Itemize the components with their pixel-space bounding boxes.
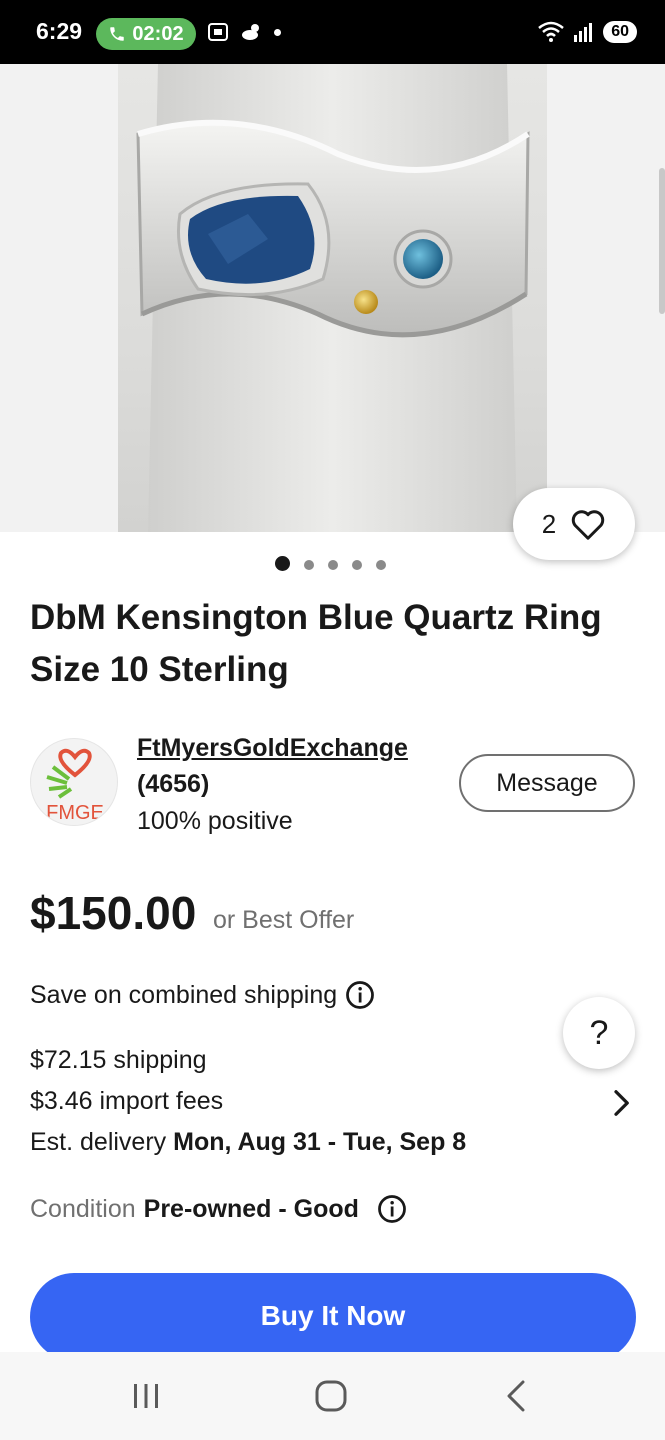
pagination-dot-active[interactable] — [275, 556, 290, 571]
info-icon[interactable] — [345, 980, 375, 1010]
wifi-icon — [538, 21, 565, 42]
status-bar: 6:29 02:02 60 — [0, 0, 665, 64]
condition-value: Pre-owned - Good — [143, 1194, 359, 1223]
image-gallery[interactable] — [0, 64, 665, 532]
seller-feedback-score: (4656) — [137, 770, 210, 798]
ring-illustration — [136, 64, 530, 532]
delivery-dates: Mon, Aug 31 - Tue, Sep 8 — [173, 1128, 467, 1156]
gallery-scroll-indicator — [659, 168, 665, 314]
shipping-cost: $72.15 shipping — [30, 1046, 207, 1074]
more-notifications-dot — [274, 28, 281, 36]
pagination-dot[interactable] — [304, 559, 314, 570]
phone-icon — [110, 27, 125, 41]
chevron-right-icon[interactable] — [606, 1088, 636, 1118]
system-icons: 60 — [537, 20, 637, 44]
weather-icon — [242, 24, 259, 40]
info-icon[interactable] — [377, 1194, 407, 1224]
watch-count: 2 — [541, 508, 557, 539]
delivery-label: Est. delivery — [30, 1128, 167, 1156]
import-fees: $3.46 import fees — [30, 1087, 224, 1115]
message-seller-button[interactable]: Message — [459, 754, 635, 812]
call-timer-pill[interactable]: 02:02 — [96, 18, 196, 50]
screen-capture-icon — [208, 23, 228, 41]
seller-name-link[interactable]: FtMyersGoldExchange — [137, 734, 408, 763]
home-icon[interactable] — [311, 1376, 351, 1416]
pagination-dot[interactable] — [376, 559, 386, 570]
call-timer: 02:02 — [132, 22, 184, 45]
seller-logo-text: FMGE — [46, 802, 104, 824]
pagination-dot[interactable] — [352, 559, 362, 570]
pagination-dot[interactable] — [328, 559, 338, 570]
condition-label: Condition — [30, 1194, 136, 1223]
notification-icons — [206, 20, 281, 44]
listing-title: DbM Kensington Blue Quartz Ring Size 10 … — [30, 598, 602, 689]
gallery-pagination — [275, 556, 386, 571]
system-nav-bar — [0, 1352, 665, 1440]
battery-indicator: 60 — [603, 21, 637, 43]
seller-logo: FMGE — [46, 748, 104, 824]
product-photo[interactable] — [118, 64, 547, 532]
item-condition: Condition Pre-owned - Good — [30, 1194, 407, 1224]
recent-apps-icon[interactable] — [126, 1376, 166, 1416]
best-offer-label: or Best Offer — [213, 906, 355, 934]
combined-shipping-text: Save on combined shipping — [30, 980, 338, 1009]
back-icon[interactable] — [497, 1376, 537, 1416]
item-price: $150.00 — [30, 887, 197, 939]
seller-positive-rating: 100% positive — [137, 807, 293, 835]
signal-icon — [574, 23, 593, 42]
buy-it-now-button[interactable]: Buy It Now — [30, 1273, 636, 1361]
watch-button[interactable]: 2 — [513, 488, 635, 560]
help-button[interactable]: ? — [563, 997, 635, 1069]
seller-avatar[interactable]: FMGE — [30, 738, 118, 826]
heart-icon — [572, 510, 605, 540]
estimated-delivery: Est. delivery Mon, Aug 31 - Tue, Sep 8 — [30, 1128, 466, 1157]
status-time: 6:29 — [36, 18, 83, 44]
combined-shipping: Save on combined shipping — [30, 980, 375, 1010]
